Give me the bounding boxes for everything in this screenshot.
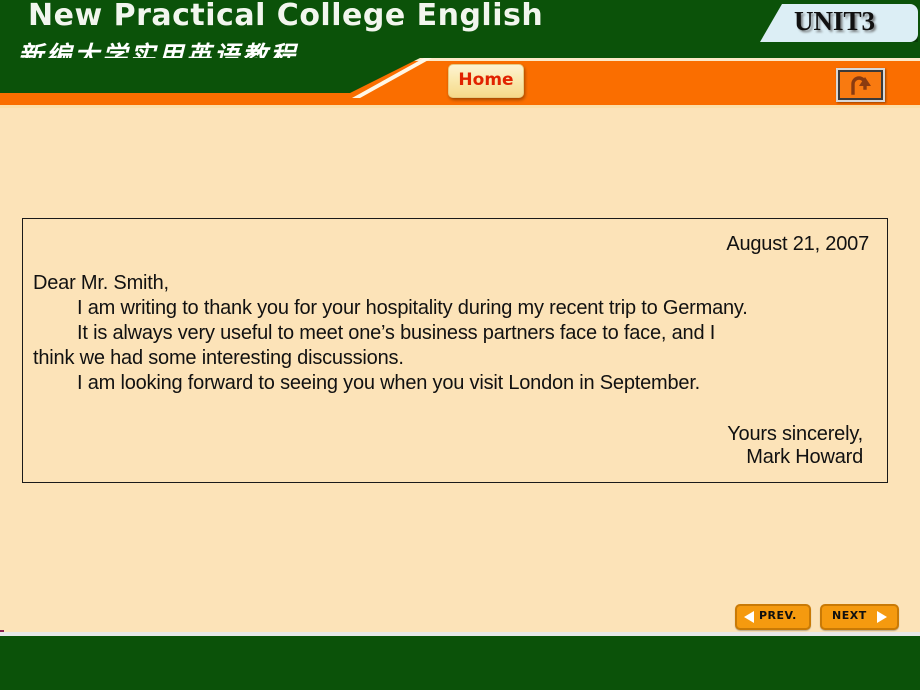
next-button-label: NEXT	[832, 609, 867, 622]
next-button[interactable]: NEXT	[820, 604, 899, 630]
header-divider-bottom	[0, 105, 920, 108]
home-button[interactable]: Home	[448, 64, 524, 98]
letter-signature: Mark Howard	[746, 446, 863, 468]
home-button-label: Home	[458, 70, 514, 90]
letter-content-box: August 21, 2007 Dear Mr. Smith, I am wri…	[22, 218, 888, 483]
prev-button-label: PREV.	[759, 609, 797, 622]
return-button[interactable]	[836, 68, 885, 102]
course-title-chinese: 新编大学实用英语教程	[18, 41, 299, 58]
return-arrow-icon	[851, 76, 871, 95]
course-title-english: New Practical College English	[28, 0, 544, 33]
triangle-right-icon	[877, 611, 887, 623]
letter-body-line: I am looking forward to seeing you when …	[77, 372, 701, 394]
unit-label: UNIT3	[794, 6, 876, 36]
unit-banner: UNIT3	[760, 4, 918, 42]
letter-date: August 21, 2007	[726, 233, 869, 255]
letter-body-line: think we had some interesting discussion…	[33, 347, 404, 369]
triangle-left-icon	[744, 611, 754, 623]
prev-button[interactable]: PREV.	[735, 604, 811, 630]
letter-body-line: I am writing to thank you for your hospi…	[77, 297, 748, 319]
page-header: New Practical College English 新编大学实用英语教程…	[0, 0, 920, 58]
signature-spacer	[33, 397, 869, 423]
letter-body-line: It is always very useful to meet one’s b…	[77, 322, 716, 344]
letter-salutation: Dear Mr. Smith,	[33, 272, 169, 294]
page-footer	[0, 636, 920, 690]
letter-closing: Yours sincerely,	[727, 423, 863, 445]
